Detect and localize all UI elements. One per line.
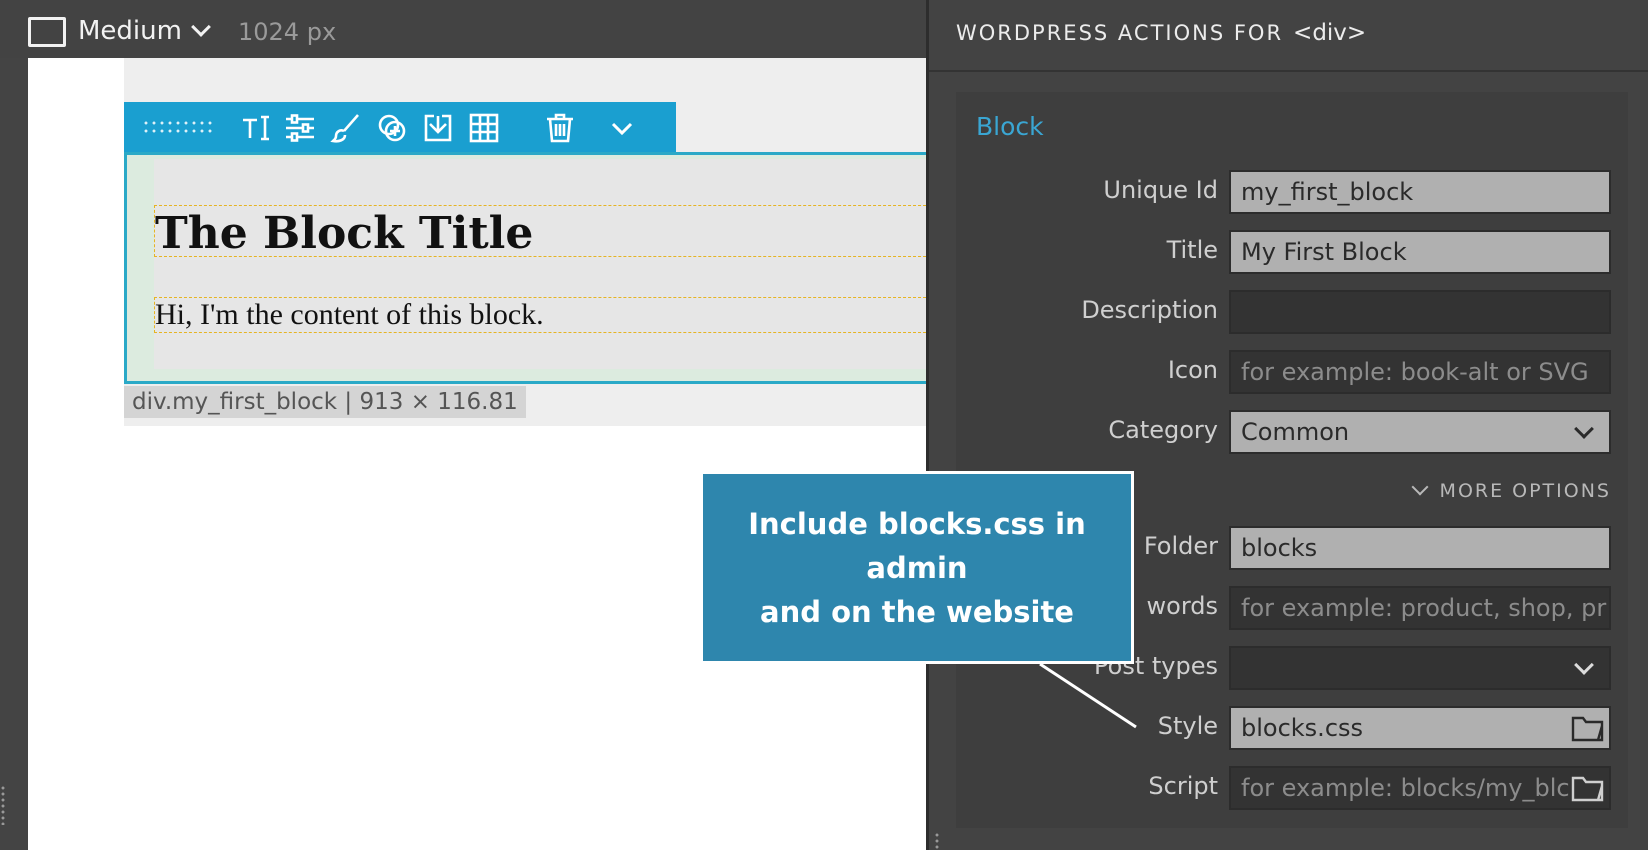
- script-input[interactable]: for example: blocks/my_blc: [1229, 766, 1611, 810]
- block-content: Hi, I'm the content of this block.: [155, 298, 544, 331]
- panel-title: WordPress Actions for <div>: [956, 20, 1366, 46]
- style-value: blocks.css: [1241, 714, 1364, 742]
- category-value: Common: [1241, 418, 1350, 446]
- callout-text: Include blocks.css in admin and on the w…: [703, 502, 1131, 634]
- block-content-element[interactable]: Hi, I'm the content of this block.: [154, 297, 926, 333]
- folder-label: Folder: [1143, 532, 1218, 560]
- chevron-down-icon: [1574, 655, 1594, 675]
- block-section: Block Unique Id my_first_block Title My …: [956, 92, 1628, 828]
- category-row: Category Common: [956, 410, 1628, 454]
- description-row: Description: [956, 290, 1628, 334]
- panel-header: WordPress Actions for <div>: [929, 0, 1648, 72]
- style-row: Style blocks.css: [956, 706, 1628, 750]
- insert-icon[interactable]: [422, 112, 454, 144]
- folder-input[interactable]: blocks: [1229, 526, 1611, 570]
- panel-title-text: WordPress Actions for: [956, 21, 1284, 45]
- more-options-toggle[interactable]: MORE OPTIONS: [1411, 478, 1611, 502]
- resize-handle-icon[interactable]: [0, 785, 6, 825]
- category-select[interactable]: Common: [1229, 410, 1611, 454]
- device-size-dropdown[interactable]: Medium: [78, 16, 182, 46]
- page-canvas: The Block Title Hi, I'm the content of t…: [28, 58, 926, 850]
- resize-handle-icon[interactable]: [934, 832, 940, 850]
- section-title[interactable]: Block: [976, 112, 1044, 141]
- post-types-select[interactable]: [1229, 646, 1611, 690]
- brush-icon[interactable]: [330, 112, 362, 144]
- wordpress-actions-panel: WordPress Actions for <div> Block Unique …: [926, 0, 1648, 850]
- script-row: Script for example: blocks/my_blc: [956, 766, 1628, 810]
- drag-handle-icon[interactable]: [142, 119, 212, 135]
- selected-block[interactable]: The Block Title Hi, I'm the content of t…: [124, 152, 926, 384]
- more-options-label: MORE OPTIONS: [1439, 480, 1611, 502]
- folder-icon[interactable]: [1571, 714, 1605, 744]
- icon-input[interactable]: for example: book-alt or SVG: [1229, 350, 1611, 394]
- block-toolbar: [124, 102, 676, 152]
- block-title-element[interactable]: The Block Title: [154, 205, 926, 259]
- callout-line-2: and on the website: [760, 594, 1074, 629]
- unique-id-input[interactable]: my_first_block: [1229, 170, 1611, 214]
- style-label: Style: [1157, 712, 1218, 740]
- chevron-down-icon: [1411, 478, 1429, 496]
- callout-line-1: Include blocks.css in admin: [748, 506, 1086, 585]
- add-circle-icon[interactable]: [376, 112, 408, 144]
- script-placeholder: for example: blocks/my_blc: [1241, 774, 1570, 802]
- trash-icon[interactable]: [544, 112, 576, 144]
- device-toolbar: Medium 1024 px: [0, 0, 926, 58]
- panel-title-tag: <div>: [1293, 20, 1367, 46]
- chevron-down-icon[interactable]: [191, 17, 211, 37]
- tutorial-callout: Include blocks.css in admin and on the w…: [700, 471, 1134, 664]
- sliders-icon[interactable]: [284, 112, 316, 144]
- text-icon[interactable]: [240, 112, 272, 144]
- block-title: The Block Title: [155, 208, 534, 259]
- icon-row: Icon for example: book-alt or SVG: [956, 350, 1628, 394]
- chevron-down-icon: [1574, 419, 1594, 439]
- title-label: Title: [1166, 236, 1218, 264]
- unique-id-label: Unique Id: [1103, 176, 1218, 204]
- unique-id-row: Unique Id my_first_block: [956, 170, 1628, 214]
- folder-icon[interactable]: [1571, 774, 1605, 804]
- style-input[interactable]: blocks.css: [1229, 706, 1611, 750]
- device-frame-icon[interactable]: [28, 17, 66, 47]
- chevron-down-icon[interactable]: [606, 112, 638, 144]
- viewport-width-label: 1024 px: [238, 18, 337, 46]
- script-label: Script: [1148, 772, 1218, 800]
- icon-label: Icon: [1167, 356, 1218, 384]
- title-row: Title My First Block: [956, 230, 1628, 274]
- keywords-input[interactable]: for example: product, shop, pr: [1229, 586, 1611, 630]
- title-input[interactable]: My First Block: [1229, 230, 1611, 274]
- element-size-badge: div.my_first_block | 913 × 116.81: [124, 386, 526, 418]
- description-input[interactable]: [1229, 290, 1611, 334]
- grid-icon[interactable]: [468, 112, 500, 144]
- block-inner: The Block Title Hi, I'm the content of t…: [154, 159, 926, 369]
- description-label: Description: [1081, 296, 1218, 324]
- keywords-label: words: [1146, 592, 1219, 620]
- category-label: Category: [1108, 416, 1218, 444]
